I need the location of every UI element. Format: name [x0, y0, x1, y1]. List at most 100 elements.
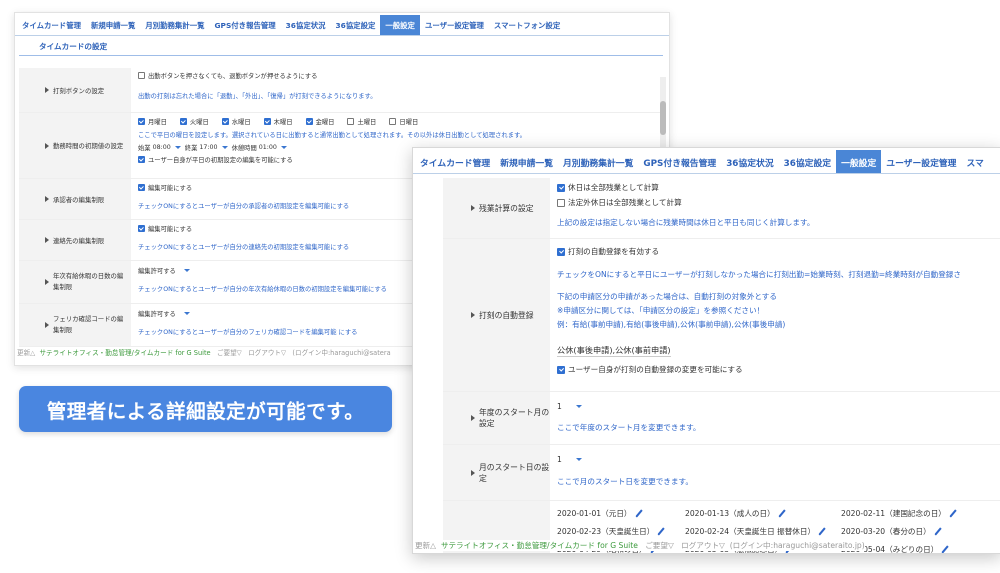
weekday-option[interactable]: 水曜日: [221, 117, 251, 126]
help-text: ここで平日の曜日を設定します。選択されている日に出勤すると通常出勤として処理され…: [138, 132, 526, 139]
pencil-icon[interactable]: [778, 508, 786, 518]
holiday-item: 2020-01-01（元日）: [557, 508, 643, 519]
checkbox[interactable]: [138, 72, 145, 79]
weekday-option[interactable]: 月曜日: [138, 117, 167, 126]
front-screenshot: タイムカード管理 新規申請一覧 月別勤務集計一覧 GPS付き報告管理 36協定状…: [412, 147, 1000, 554]
break-time-select[interactable]: 01:00: [259, 144, 277, 151]
pencil-icon[interactable]: [634, 508, 643, 518]
holiday-item: 2020-02-23（天皇誕生日）: [557, 526, 665, 537]
tab-smartphone[interactable]: スマ: [961, 150, 988, 173]
tab-monthly-summary[interactable]: 月別勤務集計一覧: [140, 15, 209, 35]
weekday-option[interactable]: 土曜日: [347, 117, 376, 126]
holiday-item: 2020-01-13（成人の日）: [685, 508, 786, 519]
help-text: チェックをONにすると平日にユーザーが打刻しなかった場合に打刻出勤=始業時刻、打…: [557, 270, 961, 279]
tab-36-status[interactable]: 36協定状況: [721, 150, 778, 173]
chevron-down-icon: [575, 458, 582, 461]
checkbox[interactable]: [138, 184, 145, 191]
weekday-option[interactable]: 金曜日: [305, 117, 335, 126]
tab-new-requests[interactable]: 新規申請一覧: [86, 15, 140, 35]
setting-row-year-start: 年度のスタート月の設定 1 ここで年度のスタート月を変更できます。: [443, 392, 1000, 445]
tab-smartphone[interactable]: スマートフォン設定: [489, 15, 565, 35]
caption-banner: 管理者による詳細設定が可能です。: [19, 386, 392, 432]
pencil-icon[interactable]: [941, 544, 949, 553]
holiday-item: 2020-02-11（建国記念の日）: [841, 508, 957, 519]
app-link[interactable]: サテライトオフィス・勤怠管理/タイムカード for G Suite: [39, 349, 210, 357]
setting-label: 打刻ボタンの設定: [19, 68, 132, 112]
checkbox[interactable]: [389, 118, 397, 125]
pencil-icon[interactable]: [818, 526, 826, 536]
holiday-label: 2020-03-20（春分の日）: [841, 527, 931, 536]
year-start-select[interactable]: 1: [557, 402, 562, 411]
checkbox[interactable]: [305, 118, 313, 125]
tab-gps-reports[interactable]: GPS付き報告管理: [209, 15, 280, 35]
tab-user-settings[interactable]: ユーザー設定管理: [420, 15, 489, 35]
tab-new-requests[interactable]: 新規申請一覧: [495, 150, 558, 173]
login-info: (ログイン中:haraguchi@satera: [292, 349, 391, 357]
help-text: 例：有給(事前申請),有給(事後申請),公休(事前申請),公休(事後申請): [557, 320, 786, 329]
triangle-right-icon: [45, 237, 49, 243]
section-title: タイムカードの設定: [19, 36, 663, 56]
weekday-label: 日曜日: [399, 119, 419, 126]
setting-label: 年次有給休暇の日数の編集制限: [19, 261, 132, 303]
footer: 更新△ サテライトオフィス・勤怠管理/タイムカード for G Suite ご要…: [415, 540, 865, 551]
weekday-option[interactable]: 日曜日: [389, 117, 418, 126]
tab-gps-reports[interactable]: GPS付き報告管理: [638, 150, 721, 173]
weekday-option[interactable]: 火曜日: [179, 117, 209, 126]
chevron-down-icon: [280, 146, 287, 149]
edit-permission-select[interactable]: 編集許可する: [138, 266, 176, 275]
triangle-right-icon: [471, 469, 475, 476]
checkbox[interactable]: [138, 225, 145, 232]
checkbox[interactable]: [138, 156, 145, 163]
checkbox[interactable]: [263, 118, 271, 125]
checkbox[interactable]: [347, 118, 355, 125]
pencil-icon[interactable]: [949, 508, 957, 518]
app-link[interactable]: サテライトオフィス・勤怠管理/タイムカード for G Suite: [441, 541, 638, 550]
help-text: 下記の申請区分の申請があった場合は、自動打刻の対象外とする: [557, 292, 777, 301]
holiday-item: 2020-03-20（春分の日）: [841, 526, 942, 537]
holiday-label: 2020-02-24（天皇誕生日 振替休日）: [685, 527, 816, 536]
weekday-label: 木曜日: [273, 119, 293, 126]
triangle-right-icon: [471, 415, 475, 421]
request-link[interactable]: ご要望▽: [645, 541, 674, 550]
logout-link[interactable]: ログアウト▽: [681, 541, 725, 550]
tab-monthly-summary[interactable]: 月別勤務集計一覧: [558, 150, 638, 173]
request-link[interactable]: ご要望▽: [217, 349, 242, 357]
start-time-select[interactable]: 08:00: [153, 144, 171, 151]
pencil-icon[interactable]: [934, 526, 942, 536]
help-text: ここで年度のスタート月を変更できます。: [557, 423, 701, 432]
setting-label: 打刻の自動登録: [443, 239, 551, 391]
pencil-icon[interactable]: [657, 526, 665, 536]
checkbox[interactable]: [557, 198, 565, 207]
tab-general-settings[interactable]: 一般設定: [380, 15, 420, 35]
tab-timecard[interactable]: タイムカード管理: [415, 150, 495, 173]
checkbox[interactable]: [221, 118, 229, 125]
triangle-right-icon: [45, 196, 49, 202]
checkbox[interactable]: [557, 183, 565, 192]
tab-36-settings[interactable]: 36協定設定: [331, 15, 381, 35]
tab-36-status[interactable]: 36協定状況: [281, 15, 331, 35]
weekday-option[interactable]: 木曜日: [263, 117, 293, 126]
weekday-label: 金曜日: [315, 119, 335, 126]
weekday-checkboxes: 月曜日 火曜日 水曜日 木曜日 金曜日 土曜日 日曜日: [138, 117, 663, 126]
weekday-label: 土曜日: [357, 119, 377, 126]
excluded-categories-input[interactable]: 公休(事後申請),公休(事前申請): [557, 344, 671, 357]
checkbox[interactable]: [179, 118, 187, 125]
checkbox[interactable]: [557, 365, 565, 374]
tab-timecard[interactable]: タイムカード管理: [17, 15, 86, 35]
chevron-down-icon: [174, 146, 181, 149]
scrollbar-thumb[interactable]: [660, 101, 666, 135]
end-time-select[interactable]: 17:00: [199, 144, 217, 151]
setting-label: 月のスタート日の設定: [443, 445, 551, 500]
triangle-right-icon: [45, 87, 49, 93]
login-info: (ログイン中:haraguchi@sateraito.jp): [729, 541, 865, 550]
setting-label: 承認者の編集制限: [19, 179, 132, 219]
holiday-label: 2020-02-11（建国記念の日）: [841, 509, 946, 518]
logout-link[interactable]: ログアウト▽: [248, 349, 286, 357]
tab-general-settings[interactable]: 一般設定: [836, 150, 882, 173]
checkbox[interactable]: [557, 247, 565, 256]
month-start-select[interactable]: 1: [557, 455, 562, 464]
tab-user-settings[interactable]: ユーザー設定管理: [881, 150, 961, 173]
tab-36-settings[interactable]: 36協定設定: [779, 150, 836, 173]
edit-permission-select[interactable]: 編集許可する: [138, 309, 176, 318]
checkbox[interactable]: [138, 118, 145, 125]
